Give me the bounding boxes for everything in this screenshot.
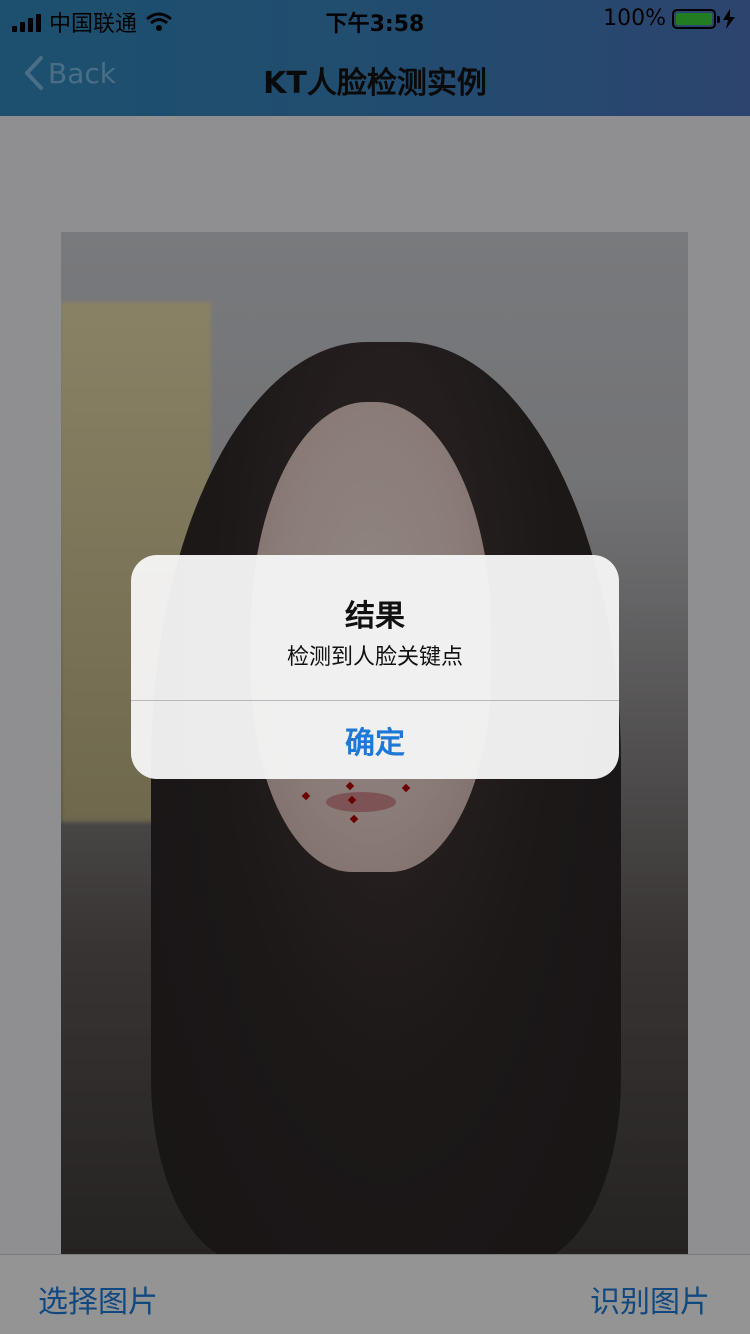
alert-message: 检测到人脸关键点 — [286, 645, 463, 670]
result-alert: 结果 检测到人脸关键点 确定 — [131, 555, 619, 779]
screen: 中国联通 下午3:58 100% Back KT人脸检测实例 选择图片 识别图片… — [0, 0, 750, 1334]
alert-title: 结果 — [345, 599, 405, 634]
alert-ok-button[interactable]: 确定 — [131, 701, 619, 779]
